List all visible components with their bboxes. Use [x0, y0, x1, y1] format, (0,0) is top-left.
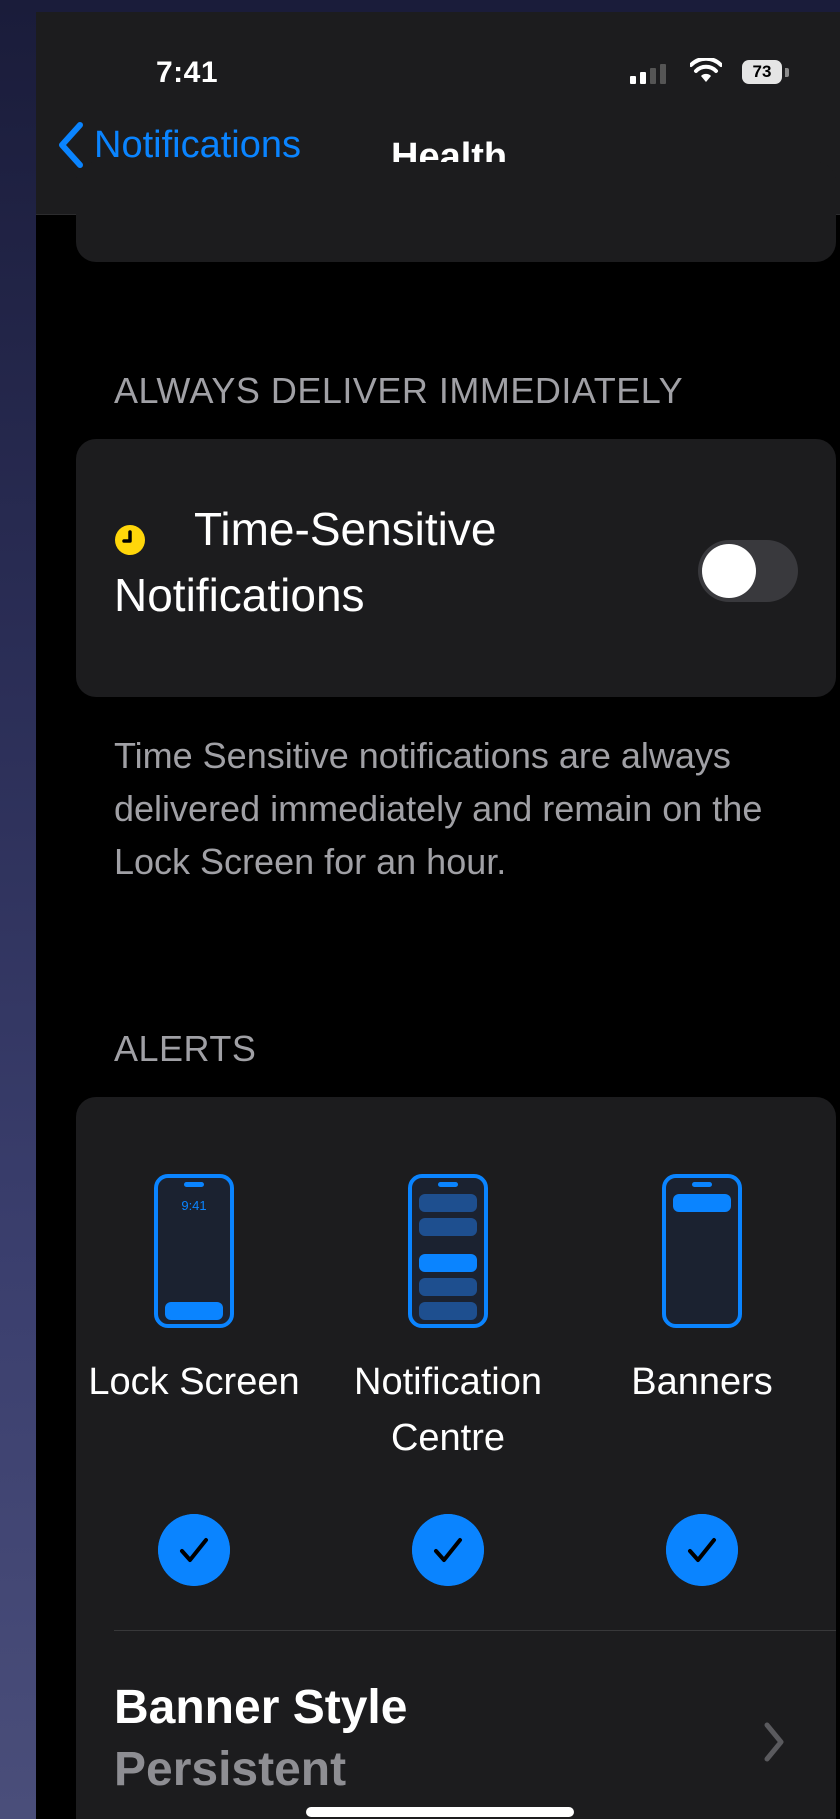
cellular-signal-icon — [630, 64, 666, 84]
lock-screen-time: 9:41 — [181, 1198, 206, 1213]
divider — [114, 1630, 836, 1631]
alert-option-lock-screen[interactable]: Lock Screen — [66, 1354, 322, 1410]
battery-icon: 73 — [742, 60, 782, 84]
banners-phone-icon[interactable] — [662, 1174, 742, 1328]
time-sensitive-label-continued: Notifications — [114, 569, 365, 621]
lock-screen-phone-icon[interactable]: 9:41 — [154, 1174, 234, 1328]
time-sensitive-label: Time-Sensitive — [194, 503, 497, 555]
option-label-line2: Centre — [390, 1417, 506, 1459]
notification-centre-checkmark-icon[interactable] — [412, 1514, 484, 1586]
home-indicator[interactable] — [306, 1807, 574, 1817]
back-button-label: Notifications — [94, 123, 301, 166]
lock-screen-checkmark-icon[interactable] — [158, 1514, 230, 1586]
time-sensitive-toggle[interactable] — [698, 540, 798, 602]
wifi-icon — [690, 58, 722, 82]
section-header-alerts: ALERTS — [114, 1028, 257, 1069]
alert-option-banners[interactable]: Banners — [574, 1354, 830, 1410]
section-header-always-deliver: ALWAYS DELIVER IMMEDIATELY — [114, 370, 684, 411]
banners-checkmark-icon[interactable] — [666, 1514, 738, 1586]
option-label: Lock Screen — [88, 1361, 300, 1403]
chevron-right-icon — [764, 1722, 784, 1762]
option-label: Banners — [631, 1361, 773, 1403]
banner-style-title: Banner Style — [114, 1681, 408, 1734]
banner-style-value: Persistent — [114, 1743, 347, 1796]
toggle-knob — [702, 544, 756, 598]
battery-cap — [785, 68, 789, 77]
phone-screen: 7:41 73 Notifications Health ALWAYS DELI… — [36, 12, 840, 1819]
alert-option-notification-centre[interactable]: Notification Centre — [320, 1354, 576, 1466]
time-sensitive-footnote: Time Sensitive notifications are always … — [114, 735, 763, 882]
notification-centre-phone-icon[interactable] — [408, 1174, 488, 1328]
option-label: Notification — [354, 1361, 542, 1403]
status-bar: 7:41 73 — [36, 12, 840, 102]
clock-icon — [115, 525, 145, 555]
status-time: 7:41 — [156, 56, 219, 89]
previous-group-card — [76, 162, 836, 262]
chevron-left-icon — [59, 122, 83, 168]
